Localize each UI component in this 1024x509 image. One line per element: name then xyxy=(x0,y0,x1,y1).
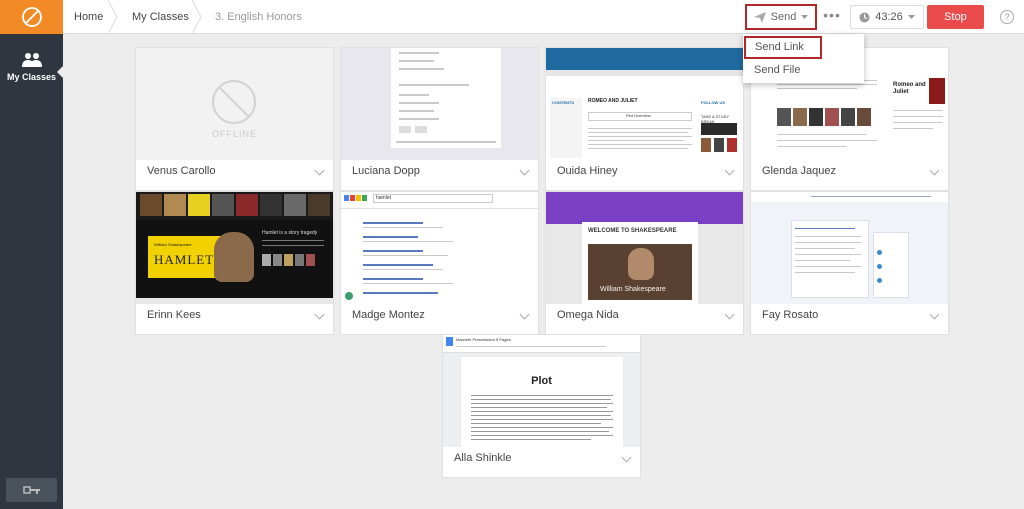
chevron-down-icon[interactable] xyxy=(724,165,735,176)
offline-label: OFFLINE xyxy=(211,129,257,139)
screen-thumbnail: WELCOME TO SHAKESPEARE William Shakespea… xyxy=(546,192,743,304)
timer-button[interactable]: 43:26 xyxy=(850,5,924,29)
breadcrumb-separator-icon xyxy=(107,0,118,34)
screen-thumbnail: CONTENTS ROMEO AND JULIET Plot Overview … xyxy=(546,48,743,160)
help-icon[interactable]: ? xyxy=(1000,10,1014,24)
chevron-down-icon[interactable] xyxy=(519,165,530,176)
screen-thumbnail: William Shakespeare HAMLET Hamlet is a s… xyxy=(136,192,333,304)
exit-button[interactable] xyxy=(6,478,57,502)
student-name: Luciana Dopp xyxy=(352,165,420,177)
breadcrumb-separator-icon xyxy=(191,0,202,34)
student-name: Erinn Kees xyxy=(147,309,201,321)
menu-item-send-link[interactable]: Send Link xyxy=(744,36,822,59)
student-card-ouida-hiney[interactable]: CONTENTS ROMEO AND JULIET Plot Overview … xyxy=(545,47,744,191)
student-card-omega-nida[interactable]: WELCOME TO SHAKESPEARE William Shakespea… xyxy=(545,191,744,335)
app-logo[interactable] xyxy=(0,0,63,34)
screen-thumbnail: hamlet xyxy=(341,192,538,304)
paper-plane-icon xyxy=(753,11,766,23)
menu-item-send-file[interactable]: Send File xyxy=(743,59,864,81)
student-card-alla-shinkle[interactable]: Macbeth Presentation 5 Pages Plot Alla S… xyxy=(442,334,641,478)
student-card-fay-rosato[interactable]: Fay Rosato xyxy=(750,191,949,335)
timer-value: 43:26 xyxy=(875,11,903,23)
more-options-button[interactable]: ••• xyxy=(823,8,841,26)
screen-thumbnail: OFFLINE xyxy=(136,48,333,160)
google-logo-icon xyxy=(344,195,367,201)
student-card-madge-montez[interactable]: hamlet Madge Montez xyxy=(340,191,539,335)
users-icon xyxy=(21,53,42,67)
student-name: Madge Montez xyxy=(352,309,425,321)
screen-thumbnail xyxy=(341,48,538,160)
chevron-down-icon[interactable] xyxy=(929,309,940,320)
compass-logo-icon xyxy=(21,7,42,27)
caret-down-icon xyxy=(907,15,915,19)
student-name: Alla Shinkle xyxy=(454,452,512,464)
chevron-down-icon[interactable] xyxy=(929,165,940,176)
student-name: Omega Nida xyxy=(557,309,619,321)
breadcrumb-home[interactable]: Home xyxy=(74,0,103,34)
stop-button[interactable]: Stop xyxy=(927,5,984,29)
clock-icon xyxy=(859,12,870,22)
chevron-down-icon[interactable] xyxy=(314,309,325,320)
student-card-luciana-dopp[interactable]: Luciana Dopp xyxy=(340,47,539,191)
chevron-down-icon[interactable] xyxy=(621,452,632,463)
caret-down-icon xyxy=(801,15,809,19)
send-button[interactable]: Send xyxy=(745,4,817,30)
offline-icon xyxy=(212,80,256,124)
breadcrumb-my-classes[interactable]: My Classes xyxy=(132,0,189,34)
chevron-down-icon[interactable] xyxy=(724,309,735,320)
key-icon xyxy=(22,486,40,494)
chevron-down-icon[interactable] xyxy=(519,309,530,320)
header: Home My Classes 3. English Honors Send •… xyxy=(63,0,1024,34)
screen-thumbnail: Macbeth Presentation 5 Pages Plot xyxy=(443,335,640,447)
sidebar-item-my-classes[interactable]: My Classes xyxy=(0,52,63,100)
send-label: Send xyxy=(770,11,797,23)
sidebar: My Classes xyxy=(0,0,63,509)
student-card-venus-carollo[interactable]: OFFLINE Venus Carollo xyxy=(135,47,334,191)
chevron-down-icon[interactable] xyxy=(314,165,325,176)
screen-thumbnail xyxy=(751,192,948,304)
send-dropdown-menu: Send Link Send File xyxy=(743,34,864,83)
active-indicator xyxy=(57,66,63,78)
breadcrumb-current: 3. English Honors xyxy=(215,11,302,23)
student-card-erinn-kees[interactable]: William Shakespeare HAMLET Hamlet is a s… xyxy=(135,191,334,335)
student-name: Ouida Hiney xyxy=(557,165,618,177)
student-name: Glenda Jaquez xyxy=(762,165,836,177)
student-name: Fay Rosato xyxy=(762,309,819,321)
sidebar-item-label: My Classes xyxy=(6,72,57,82)
student-name: Venus Carollo xyxy=(147,165,216,177)
